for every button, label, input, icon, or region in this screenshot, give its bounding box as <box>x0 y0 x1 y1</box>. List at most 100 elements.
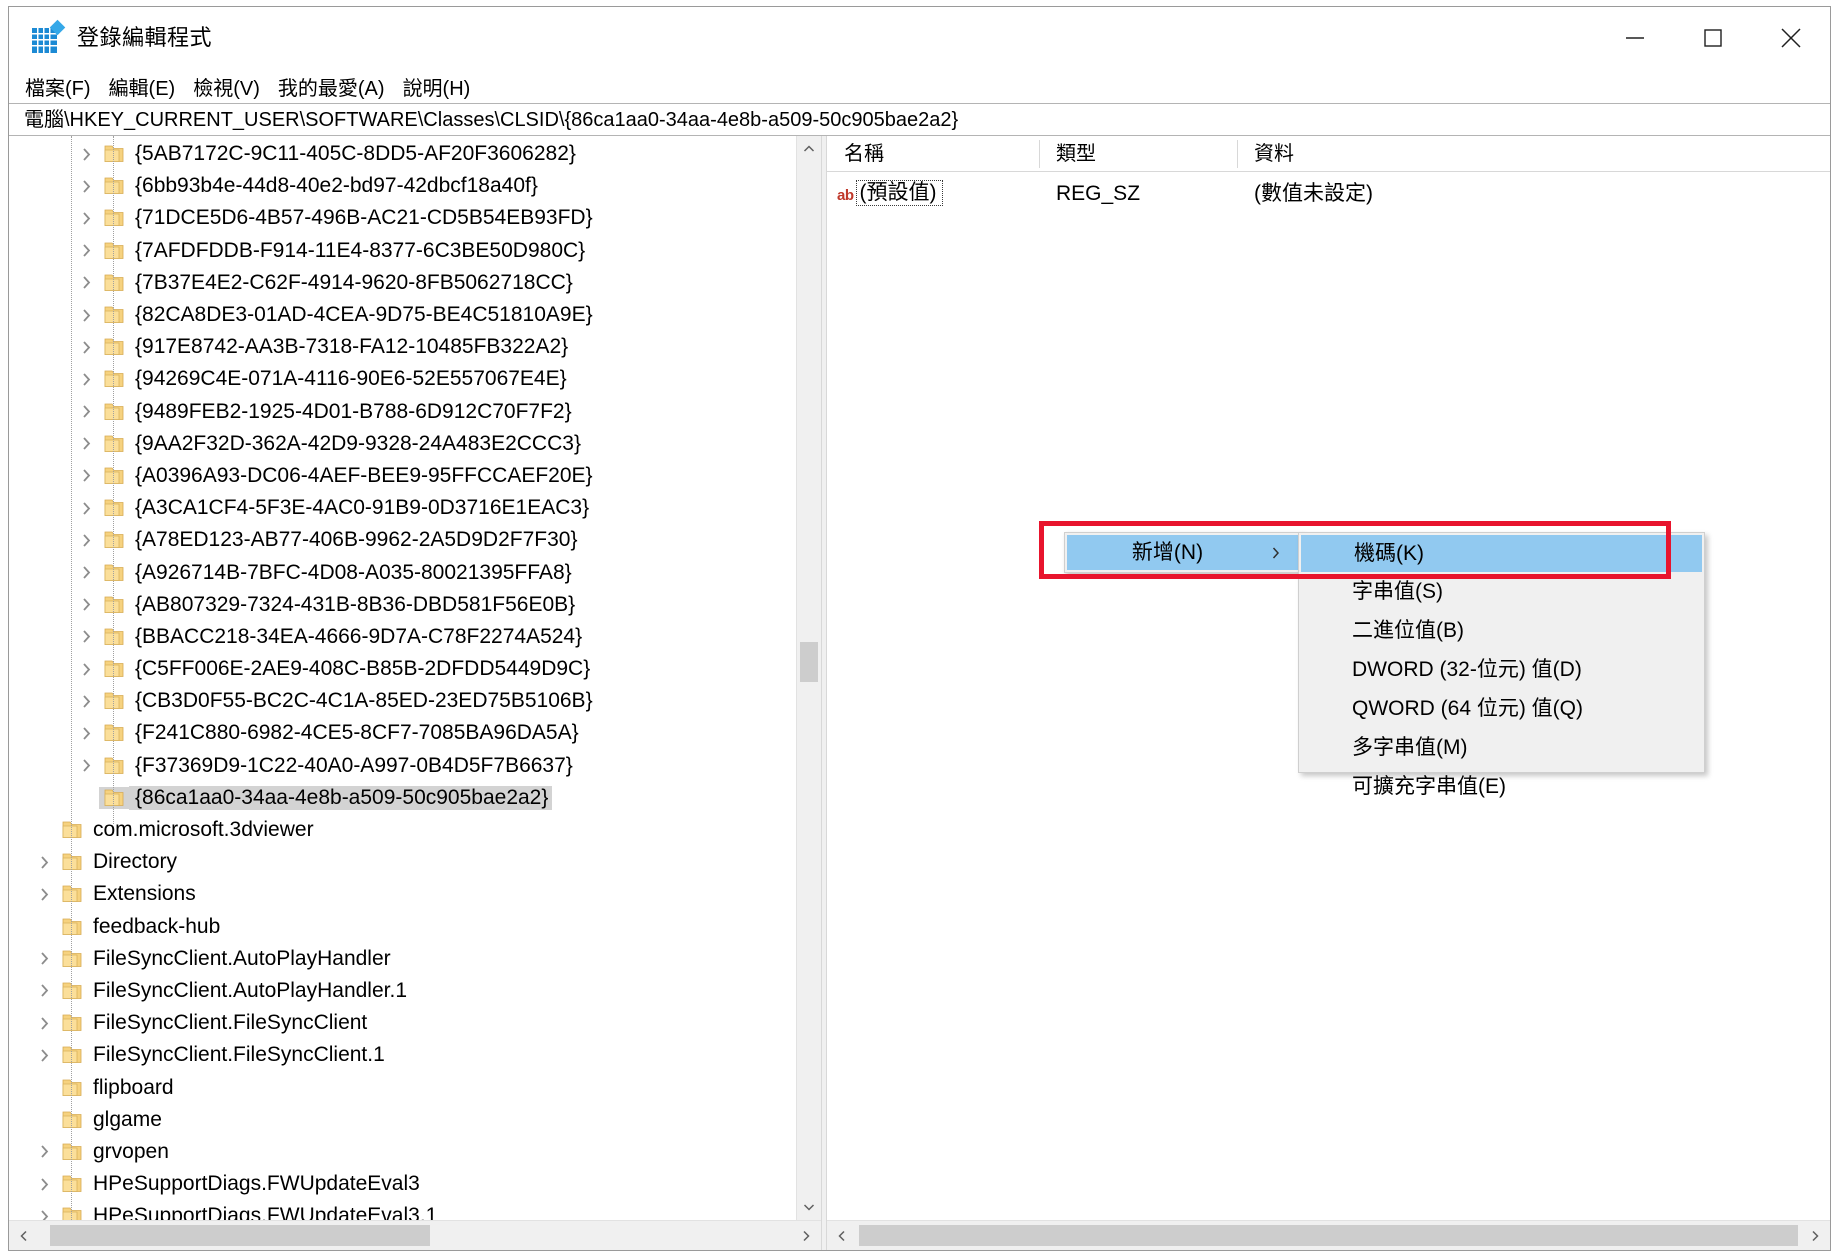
tree-item[interactable]: {71DCE5D6-4B57-496B-AC21-CD5B54EB93FD} <box>9 202 796 234</box>
tree-item[interactable]: {AB807329-7324-431B-8B36-DBD581F56E0B} <box>9 589 796 621</box>
values-hscroll-thumb[interactable] <box>859 1225 1798 1246</box>
tree-item[interactable]: {917E8742-AA3B-7318-FA12-10485FB322A2} <box>9 331 796 363</box>
table-row[interactable]: ab (預設值) REG_SZ (數值未設定) <box>827 177 1830 209</box>
tree-item[interactable]: {A3CA1CF4-5F3E-4AC0-91B9-0D3716E1EAC3} <box>9 492 796 524</box>
registry-tree[interactable]: {5AB7172C-9C11-405C-8DD5-AF20F3606282} {6… <box>9 136 796 1220</box>
tree-item[interactable]: Directory <box>9 846 796 878</box>
tree-expand-toggle[interactable] <box>31 1176 57 1193</box>
tree-horizontal-scrollbar[interactable] <box>9 1220 821 1250</box>
tree-expand-toggle[interactable] <box>73 339 99 356</box>
tree-expand-toggle[interactable] <box>73 242 99 259</box>
tree-item[interactable]: FileSyncClient.FileSyncClient <box>9 1007 796 1039</box>
tree-expand-toggle[interactable] <box>73 757 99 774</box>
tree-expand-toggle[interactable] <box>73 467 99 484</box>
tree-item[interactable]: {82CA8DE3-01AD-4CEA-9D75-BE4C51810A9E} <box>9 299 796 331</box>
column-header-name[interactable]: 名稱 <box>827 136 1039 172</box>
tree-item[interactable]: feedback-hub <box>9 911 796 943</box>
tree-expand-toggle[interactable] <box>73 532 99 549</box>
tree-item[interactable]: {BBACC218-34EA-4666-9D7A-C78F2274A524} <box>9 621 796 653</box>
tree-expand-toggle[interactable] <box>31 950 57 967</box>
values-horizontal-scrollbar[interactable] <box>827 1220 1830 1250</box>
tree-expand-toggle[interactable] <box>31 1208 57 1220</box>
tree-expand-toggle[interactable] <box>73 403 99 420</box>
address-bar[interactable]: 電腦\HKEY_CURRENT_USER\SOFTWARE\Classes\CL… <box>9 103 1830 136</box>
tree-expand-toggle[interactable] <box>31 886 57 903</box>
tree-item[interactable]: Extensions <box>9 878 796 910</box>
tree-item[interactable]: {9AA2F32D-362A-42D9-9328-24A483E2CCC3} <box>9 428 796 460</box>
tree-scroll-right-button[interactable] <box>791 1221 821 1250</box>
tree-expand-toggle[interactable] <box>31 1143 57 1160</box>
tree-item[interactable]: {5AB7172C-9C11-405C-8DD5-AF20F3606282} <box>9 138 796 170</box>
tree-scroll-track[interactable] <box>797 162 821 1194</box>
values-scroll-right-button[interactable] <box>1800 1221 1830 1250</box>
values-scroll-left-button[interactable] <box>827 1221 857 1250</box>
tree-item[interactable]: {A926714B-7BFC-4D08-A035-80021395FFA8} <box>9 556 796 588</box>
tree-item[interactable]: {F241C880-6982-4CE5-8CF7-7085BA96DA5A} <box>9 717 796 749</box>
tree-expand-toggle[interactable] <box>73 307 99 324</box>
context-submenu-item[interactable]: 字串值(S) <box>1299 572 1704 611</box>
menu-edit[interactable]: 編輯(E) <box>107 70 178 103</box>
context-submenu-item[interactable]: 機碼(K) <box>1301 535 1702 572</box>
tree-expand-toggle[interactable] <box>73 500 99 517</box>
menu-view[interactable]: 檢視(V) <box>191 70 262 103</box>
close-button[interactable] <box>1752 7 1830 69</box>
tree-item[interactable]: HPeSupportDiags.FWUpdateEval3 <box>9 1168 796 1200</box>
tree-item[interactable]: {F37369D9-1C22-40A0-A997-0B4D5F7B6637} <box>9 750 796 782</box>
tree-scroll-down-button[interactable] <box>797 1194 821 1220</box>
tree-expand-toggle[interactable] <box>73 146 99 163</box>
tree-item[interactable]: HPeSupportDiags.FWUpdateEval3.1 <box>9 1200 796 1220</box>
tree-scroll-left-button[interactable] <box>9 1221 39 1250</box>
context-submenu-item[interactable]: 可擴充字串值(E) <box>1299 767 1704 806</box>
tree-expand-toggle[interactable] <box>73 371 99 388</box>
values-hscroll-track[interactable] <box>857 1221 1800 1250</box>
tree-item[interactable]: {A0396A93-DC06-4AEF-BEE9-95FFCCAEF20E} <box>9 460 796 492</box>
tree-item[interactable]: {7B37E4E2-C62F-4914-9620-8FB5062718CC} <box>9 267 796 299</box>
tree-expand-toggle[interactable] <box>73 210 99 227</box>
tree-vertical-scrollbar[interactable] <box>796 136 821 1220</box>
tree-item[interactable]: {C5FF006E-2AE9-408C-B85B-2DFDD5449D9C} <box>9 653 796 685</box>
tree-item[interactable]: {A78ED123-AB77-406B-9962-2A5D9D2F7F30} <box>9 524 796 556</box>
context-submenu-item[interactable]: DWORD (32-位元) 值(D) <box>1299 650 1704 689</box>
tree-item[interactable]: FileSyncClient.AutoPlayHandler.1 <box>9 975 796 1007</box>
column-header-data[interactable]: 資料 <box>1237 136 1830 172</box>
tree-item[interactable]: FileSyncClient.FileSyncClient.1 <box>9 1039 796 1071</box>
tree-item[interactable]: {86ca1aa0-34aa-4e8b-a509-50c905bae2a2} <box>9 782 796 814</box>
tree-expand-toggle[interactable] <box>73 661 99 678</box>
tree-expand-toggle[interactable] <box>73 435 99 452</box>
tree-scroll-thumb[interactable] <box>800 642 818 682</box>
tree-hscroll-thumb[interactable] <box>50 1225 430 1246</box>
tree-item[interactable]: {CB3D0F55-BC2C-4C1A-85ED-23ED75B5106B} <box>9 685 796 717</box>
context-submenu-item[interactable]: 多字串值(M) <box>1299 728 1704 767</box>
tree-expand-toggle[interactable] <box>31 1047 57 1064</box>
context-submenu-item[interactable]: QWORD (64 位元) 值(Q) <box>1299 689 1704 728</box>
context-submenu-item[interactable]: 二進位值(B) <box>1299 611 1704 650</box>
tree-item[interactable]: {94269C4E-071A-4116-90E6-52E557067E4E} <box>9 363 796 395</box>
tree-item[interactable]: com.microsoft.3dviewer <box>9 814 796 846</box>
menu-favorites[interactable]: 我的最愛(A) <box>276 70 387 103</box>
tree-expand-toggle[interactable] <box>73 596 99 613</box>
tree-item[interactable]: glgame <box>9 1104 796 1136</box>
minimize-button[interactable] <box>1596 7 1674 69</box>
column-header-type[interactable]: 類型 <box>1039 136 1237 172</box>
tree-expand-toggle[interactable] <box>31 982 57 999</box>
tree-item[interactable]: {7AFDFDDB-F914-11E4-8377-6C3BE50D980C} <box>9 235 796 267</box>
tree-expand-toggle[interactable] <box>73 564 99 581</box>
tree-item[interactable]: {9489FEB2-1925-4D01-B788-6D912C70F7F2} <box>9 396 796 428</box>
tree-item[interactable]: FileSyncClient.AutoPlayHandler <box>9 943 796 975</box>
tree-expand-toggle[interactable] <box>73 274 99 291</box>
tree-item[interactable]: flipboard <box>9 1071 796 1103</box>
tree-hscroll-track[interactable] <box>39 1221 791 1250</box>
tree-expand-toggle[interactable] <box>73 693 99 710</box>
tree-expand-toggle[interactable] <box>31 1015 57 1032</box>
tree-scroll-up-button[interactable] <box>797 136 821 162</box>
tree-expand-toggle[interactable] <box>73 628 99 645</box>
maximize-button[interactable] <box>1674 7 1752 69</box>
tree-expand-toggle[interactable] <box>73 178 99 195</box>
tree-item[interactable]: grvopen <box>9 1136 796 1168</box>
tree-item[interactable]: {6bb93b4e-44d8-40e2-bd97-42dbcf18a40f} <box>9 170 796 202</box>
tree-expand-toggle[interactable] <box>73 725 99 742</box>
menu-help[interactable]: 說明(H) <box>401 70 473 103</box>
tree-expand-toggle[interactable] <box>31 854 57 871</box>
menu-file[interactable]: 檔案(F) <box>23 70 93 103</box>
context-menu-item-new[interactable]: 新增(N) <box>1067 535 1300 570</box>
